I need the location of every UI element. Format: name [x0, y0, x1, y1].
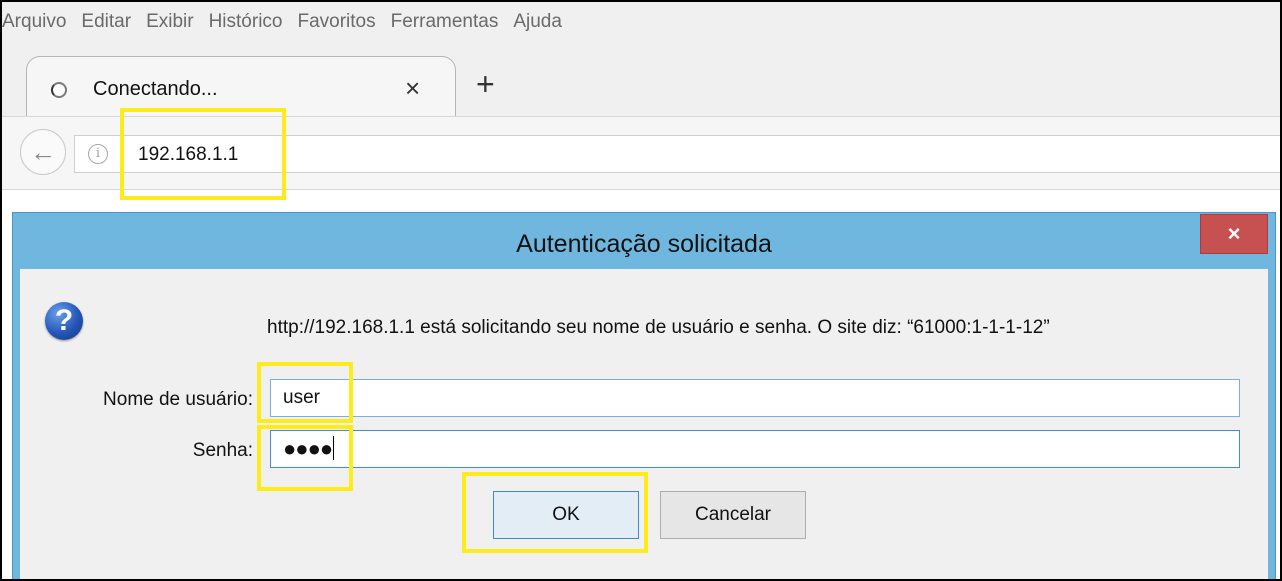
navigation-bar: ← i 192.168.1.1 [2, 116, 1280, 190]
tab-close-icon[interactable]: × [405, 75, 420, 101]
password-label: Senha: [192, 440, 253, 461]
password-input[interactable]: ●●●● [270, 430, 1240, 468]
menu-ajuda[interactable]: Ajuda [513, 11, 562, 33]
page-content [2, 190, 1280, 212]
text-caret [333, 436, 335, 461]
password-value: ●●●● [283, 436, 333, 461]
auth-dialog: Autenticação solicitada × ? http://192.1… [12, 212, 1276, 579]
url-divider [120, 141, 121, 167]
username-value: user [283, 387, 320, 408]
tab-strip: Conectando... × + [2, 42, 1280, 116]
menu-exibir[interactable]: Exibir [146, 11, 194, 33]
dialog-title: Autenticação solicitada [516, 230, 772, 258]
back-arrow-icon: ← [30, 136, 56, 167]
menu-arquivo[interactable]: Arquivo [2, 11, 66, 33]
tab-title: Conectando... [93, 78, 218, 100]
dialog-body: ? http://192.168.1.1 está solicitando se… [20, 269, 1268, 579]
url-field-box[interactable] [74, 135, 1280, 173]
cancel-button[interactable]: Cancelar [660, 491, 806, 539]
menu-bar: Arquivo Editar Exibir Histórico Favorito… [2, 2, 1280, 42]
back-button[interactable]: ← [20, 129, 66, 175]
question-icon: ? [45, 302, 83, 340]
menu-editar[interactable]: Editar [81, 11, 131, 33]
username-label: Nome de usuário: [103, 389, 253, 410]
menu-ferramentas[interactable]: Ferramentas [391, 11, 499, 33]
username-input[interactable]: user [270, 379, 1240, 417]
ok-button[interactable]: OK [493, 491, 639, 539]
auth-message: http://192.168.1.1 está solicitando seu … [267, 317, 1050, 338]
browser-window: Arquivo Editar Exibir Histórico Favorito… [0, 0, 1282, 581]
dialog-close-button[interactable]: × [1200, 214, 1268, 254]
loading-spinner-icon [51, 82, 67, 98]
menu-favoritos[interactable]: Favoritos [297, 11, 375, 33]
url-input[interactable]: 192.168.1.1 [138, 144, 238, 166]
new-tab-button[interactable]: + [476, 68, 495, 100]
tab-conectando[interactable]: Conectando... × [26, 56, 456, 116]
menu-historico[interactable]: Histórico [209, 11, 283, 33]
info-icon[interactable]: i [88, 144, 108, 164]
